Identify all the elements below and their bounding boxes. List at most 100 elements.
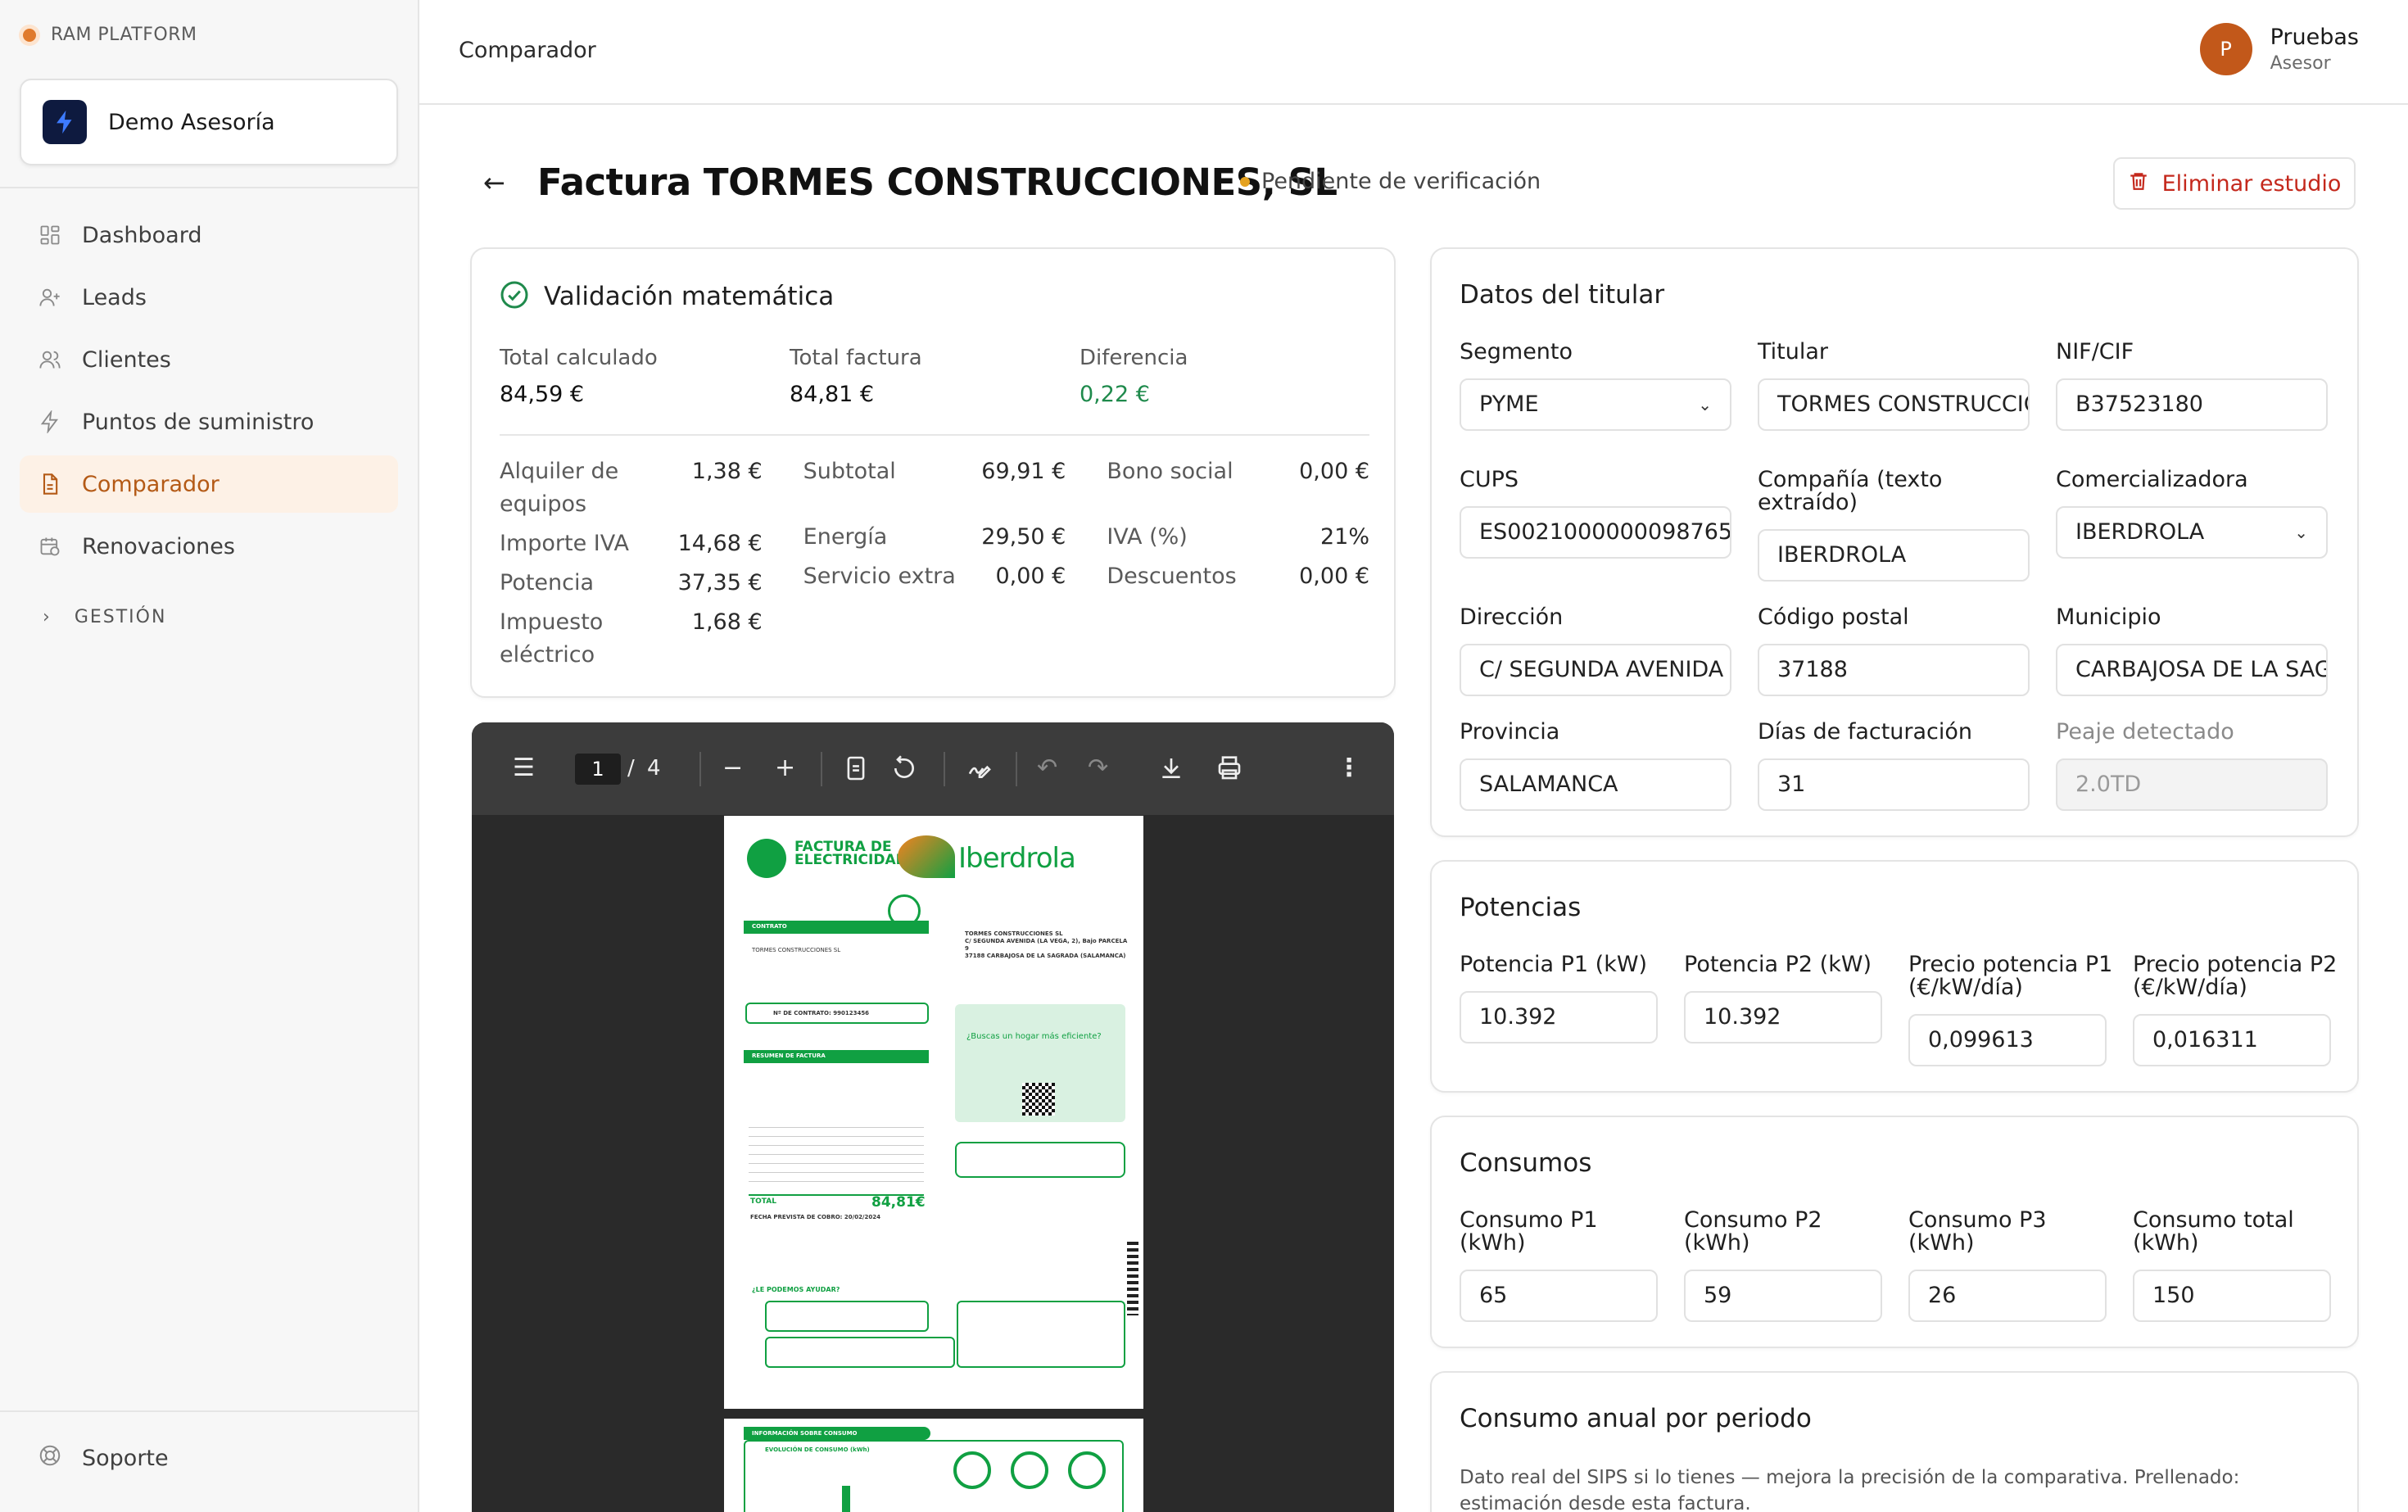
potencia-p2-input[interactable]: 10.392 [1684,991,1882,1043]
sidebar-nav: Dashboard Leads Clientes Puntos de sumin… [20,206,398,637]
consumo-anual-card: Consumo anual por periodo Dato real del … [1430,1371,2359,1512]
sidebar-item-dashboard[interactable]: Dashboard [20,206,398,264]
breakdown-label: Potencia [500,570,595,595]
cups-input[interactable]: ES0021000000098765 [1460,506,1731,559]
redo-icon[interactable]: ↷ [1088,754,1108,783]
breakdown-value: 0,00 € [995,564,1066,589]
field-label: Comercializadora [2056,467,2248,492]
status-badge: Pendiente de verificación [1240,169,1541,194]
doc-due-date: FECHA PREVISTA DE COBRO: 20/02/2024 [750,1214,880,1220]
toolbar-divider [944,752,945,786]
status-label: Pendiente de verificación [1261,169,1541,194]
doc-help-box [765,1301,929,1332]
field-label: Consumo P1 (kWh) [1460,1207,1598,1256]
user-menu[interactable]: P Pruebas Asesor [2199,23,2359,75]
doc-company-logo: Iberdrola [958,842,1076,875]
breakdown-row: Potencia 37,35 € [500,567,763,600]
workspace-name: Demo Asesoría [108,109,275,135]
pdf-page: FACTURA DE ELECTRICIDAD Iberdrola CONTRAT… [724,816,1143,1409]
field-label: Consumo P3 (kWh) [1908,1207,2047,1256]
undo-icon[interactable]: ↶ [1037,754,1057,783]
rotate-icon[interactable] [891,755,917,789]
doc-title: FACTURA DE ELECTRICIDAD [794,839,908,868]
lifebuoy-icon [38,1443,62,1474]
titular-input[interactable]: TORMES CONSTRUCCIONES, SL [1758,378,2030,431]
divider [500,434,1369,436]
dashboard-icon [38,223,62,247]
direccion-input[interactable]: C/ SEGUNDA AVENIDA [1460,644,1731,696]
potencia-p1-input[interactable]: 10.392 [1460,991,1658,1043]
field-label: Potencia P2 (kW) [1684,952,1872,977]
draw-icon[interactable] [966,755,993,789]
provincia-input[interactable]: SALAMANCA [1460,758,1731,811]
doc-gauge [1068,1451,1106,1489]
total-label: Total calculado [500,346,658,370]
field-label: Código postal [1758,604,1909,630]
sidebar-item-puntos[interactable]: Puntos de suministro [20,393,398,450]
calendar-refresh-icon [38,534,62,559]
print-icon[interactable] [1215,755,1243,789]
breakdown-label: IVA (%) [1107,524,1188,550]
more-options-icon[interactable]: ⋮ [1337,754,1361,783]
menu-icon[interactable]: ☰ [513,754,535,783]
doc-help-box [957,1301,1125,1368]
breakdown-label: Energía [803,524,888,550]
consumo-p2-input[interactable]: 59 [1684,1270,1882,1322]
doc-consumption-bar [842,1486,850,1512]
municipio-input[interactable]: CARBAJOSA DE LA SAGRADA [2056,644,2328,696]
consumo-total-input[interactable]: 150 [2133,1270,2331,1322]
potencias-title: Potencias [1460,893,1582,922]
sidebar-item-label: Renovaciones [82,533,235,559]
dias-facturacion-input[interactable]: 31 [1758,758,2030,811]
nif-input[interactable]: B37523180 [2056,378,2328,431]
precio-potencia-p1-input[interactable]: 0,099613 [1908,1014,2107,1066]
sidebar-item-comparador[interactable]: Comparador [20,455,398,513]
check-circle-icon [500,280,529,313]
sidebar-divider [0,187,418,188]
doc-section-label: RESUMEN DE FACTURA [752,1053,826,1059]
support-link[interactable]: Soporte [38,1443,169,1474]
doc-help-label: ¿LE PODEMOS AYUDAR? [752,1286,840,1293]
consumo-p1-input[interactable]: 65 [1460,1270,1658,1322]
sidebar-item-clientes[interactable]: Clientes [20,331,398,388]
doc-total-label: TOTAL [750,1197,776,1206]
peaje-input: 2.0TD [2056,758,2328,811]
workspace-logo-icon [43,100,87,144]
zoom-out-icon[interactable]: − [722,754,743,783]
delete-study-button[interactable]: Eliminar estudio [2113,157,2356,210]
compania-input[interactable]: IBERDROLA [1758,529,2030,582]
user-role: Asesor [2270,53,2331,74]
download-icon[interactable] [1158,755,1184,789]
sidebar-item-label: Puntos de suministro [82,409,315,435]
breakdown-column: Bono social 0,00 € IVA (%) 21% Descuentos 0… [1107,455,1369,678]
validation-title: Validación matemática [544,282,835,311]
fit-page-icon[interactable] [845,755,867,789]
doc-gauge [953,1451,991,1489]
select-value: PYME [1479,392,1539,417]
nav-group-gestion[interactable]: › GESTIÓN [20,596,398,637]
zoom-in-icon[interactable]: + [775,754,795,783]
consumos-title: Consumos [1460,1148,1592,1178]
field-label: Titular [1758,339,1829,364]
anual-note: Dato real del SIPS si lo tienes — mejora… [1460,1467,2240,1512]
codigo-postal-input[interactable]: 37188 [1758,644,2030,696]
comercializadora-select[interactable]: IBERDROLA ⌄ [2056,506,2328,559]
breakdown-row: Energía 29,50 € [803,521,1066,554]
validation-card: Validación matemática Total calculado 84… [470,247,1396,698]
sidebar-item-renovaciones[interactable]: Renovaciones [20,518,398,575]
doc-gauge [1011,1451,1048,1489]
back-arrow-icon[interactable]: ← [483,167,505,198]
consumo-p3-input[interactable]: 26 [1908,1270,2107,1322]
topbar-title: Comparador [459,38,596,63]
nav-group-label: GESTIÓN [74,606,167,627]
precio-potencia-p2-input[interactable]: 0,016311 [2133,1014,2331,1066]
brand: RAM PLATFORM [23,25,197,45]
sidebar-item-leads[interactable]: Leads [20,269,398,326]
trash-icon [2128,170,2149,197]
segmento-select[interactable]: PYME ⌄ [1460,378,1731,431]
page-number-input[interactable]: 1 [575,754,621,785]
users-icon [38,347,62,372]
workspace-switcher[interactable]: Demo Asesoría [20,79,398,165]
field-label: Peaje detectado [2056,719,2234,745]
breakdown-row: Bono social 0,00 € [1107,455,1369,488]
